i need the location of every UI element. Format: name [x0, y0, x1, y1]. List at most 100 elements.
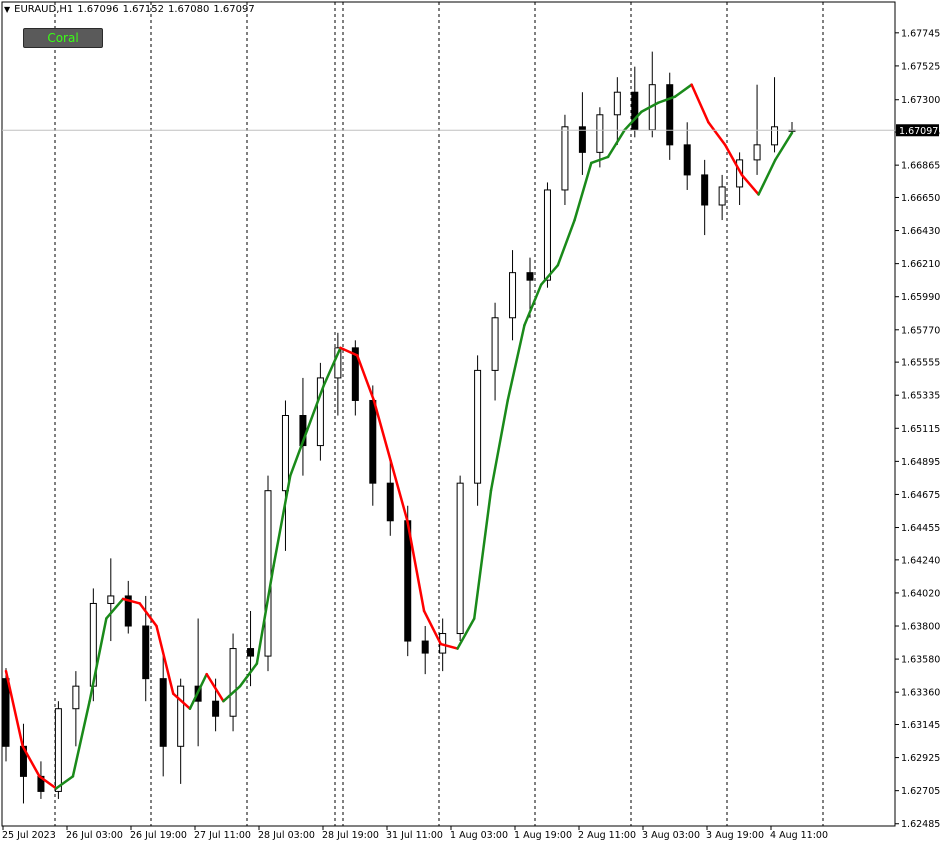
- coral-segment: [289, 429, 309, 477]
- candle-body: [666, 84, 674, 146]
- y-tick-label: 1.65335: [901, 391, 940, 402]
- x-tick-label: 26 Jul 19:00: [130, 830, 187, 841]
- candle-body: [631, 91, 639, 131]
- candle-body: [72, 685, 80, 710]
- coral-segment: [205, 672, 225, 703]
- candle-body: [54, 708, 62, 792]
- candle-body: [264, 490, 272, 657]
- y-tick-label: 1.66650: [901, 193, 940, 204]
- y-tick-label: 1.62925: [901, 753, 940, 764]
- y-tick-label: 1.65555: [901, 358, 940, 369]
- x-tick-label: 1 Aug 03:00: [450, 830, 508, 841]
- x-tick-label: 27 Jul 11:00: [194, 830, 251, 841]
- x-tick-label: 28 Jul 03:00: [258, 830, 315, 841]
- y-tick-label: 1.65770: [901, 325, 940, 336]
- candle-body: [718, 186, 726, 206]
- y-tick-label: 1.65990: [901, 292, 940, 303]
- y-tick-label: 1.64020: [901, 588, 940, 599]
- candle-body: [474, 369, 482, 484]
- candle-body: [247, 648, 255, 657]
- coral-segment: [473, 489, 493, 620]
- coral-segment: [489, 399, 509, 492]
- coral-segment: [757, 158, 777, 196]
- coral-segment: [673, 83, 693, 98]
- coral-segment: [238, 662, 259, 688]
- candle-body: [212, 700, 220, 717]
- candle-body: [369, 399, 377, 484]
- candle-body: [543, 189, 551, 281]
- x-tick-label: 1 Aug 19:00: [514, 830, 572, 841]
- candle-body: [491, 317, 499, 371]
- candle-body: [701, 174, 709, 206]
- candle-body: [177, 685, 185, 747]
- x-tick-label: 25 Jul 2023: [2, 830, 56, 841]
- symbol-info-bar: ▼ EURAUD,H1 1.67096 1.67152 1.67080 1.67097: [4, 4, 255, 15]
- coral-segment: [272, 474, 292, 568]
- y-tick-label: 1.64240: [901, 555, 940, 566]
- coral-segment: [355, 354, 376, 402]
- y-tick-label: 1.63360: [901, 688, 940, 699]
- x-tick-label: 26 Jul 03:00: [66, 830, 123, 841]
- candle-body: [159, 678, 167, 747]
- y-tick-label: 1.64455: [901, 523, 940, 534]
- coral-segment: [606, 128, 627, 159]
- y-tick-label: 1.64675: [901, 490, 940, 501]
- open-value: 1.67096: [77, 4, 119, 15]
- y-tick-label: 1.66210: [901, 259, 940, 270]
- low-value: 1.67080: [167, 4, 210, 15]
- coral-segment: [506, 324, 526, 402]
- y-tick-label: 1.63580: [901, 655, 940, 666]
- candle-body: [613, 91, 621, 116]
- dropdown-triangle-icon[interactable]: ▼: [4, 5, 10, 14]
- candle-body: [526, 272, 534, 281]
- candle-body: [107, 595, 115, 604]
- x-tick-label: 4 Aug 11:00: [770, 830, 828, 841]
- coral-segment: [523, 283, 543, 327]
- candle-body: [229, 648, 237, 717]
- coral-indicator-button[interactable]: Coral: [23, 28, 103, 48]
- candle-body: [456, 482, 464, 635]
- coral-segment: [422, 609, 443, 646]
- y-tick-label: 1.66865: [901, 161, 940, 172]
- y-tick-label: 1.62485: [901, 819, 940, 830]
- candle-body: [753, 144, 761, 161]
- y-tick-label: 1.63800: [901, 622, 940, 633]
- y-tick-label: 1.67300: [901, 95, 940, 106]
- x-tick-label: 28 Jul 19:00: [322, 830, 379, 841]
- candle-body: [561, 126, 569, 191]
- candle-body: [386, 482, 394, 522]
- high-value: 1.67152: [122, 4, 164, 15]
- coral-segment: [138, 602, 158, 628]
- coral-segment: [573, 161, 593, 222]
- y-tick-label: 1.64895: [901, 457, 940, 468]
- candle-body: [683, 144, 691, 176]
- x-tick-label: 3 Aug 03:00: [642, 830, 700, 841]
- chart-area[interactable]: 1.677451.675251.673001.670851.668651.666…: [0, 0, 942, 846]
- candle-body: [281, 415, 289, 492]
- x-tick-label: 31 Jul 11:00: [386, 830, 443, 841]
- y-tick-label: 1.67525: [901, 61, 940, 72]
- candle-body: [421, 640, 429, 654]
- candle-body: [2, 678, 10, 747]
- close-value: 1.67097: [213, 4, 255, 15]
- symbol-timeframe: EURAUD,H1: [14, 4, 74, 15]
- candle-body: [596, 114, 604, 153]
- y-tick-label: 1.66430: [901, 226, 940, 237]
- y-tick-label: 1.62705: [901, 786, 940, 797]
- plot-frame: [1, 1, 896, 827]
- candle-body: [771, 126, 779, 146]
- coral-segment: [707, 121, 727, 147]
- current-price-label: 1.67097: [899, 126, 938, 137]
- x-tick-label: 2 Aug 11:00: [578, 830, 636, 841]
- coral-segment: [556, 218, 576, 267]
- y-tick-label: 1.67745: [901, 28, 940, 39]
- y-tick-label: 1.65115: [901, 424, 940, 435]
- y-tick-label: 1.63145: [901, 720, 940, 731]
- candle-body: [509, 272, 517, 319]
- candle-body: [142, 625, 150, 680]
- coral-segment: [740, 173, 760, 196]
- price-chart[interactable]: 1.677451.675251.673001.670851.668651.666…: [0, 0, 942, 846]
- coral-segment: [690, 83, 710, 124]
- x-tick-label: 3 Aug 19:00: [706, 830, 764, 841]
- coral-segment: [372, 399, 392, 462]
